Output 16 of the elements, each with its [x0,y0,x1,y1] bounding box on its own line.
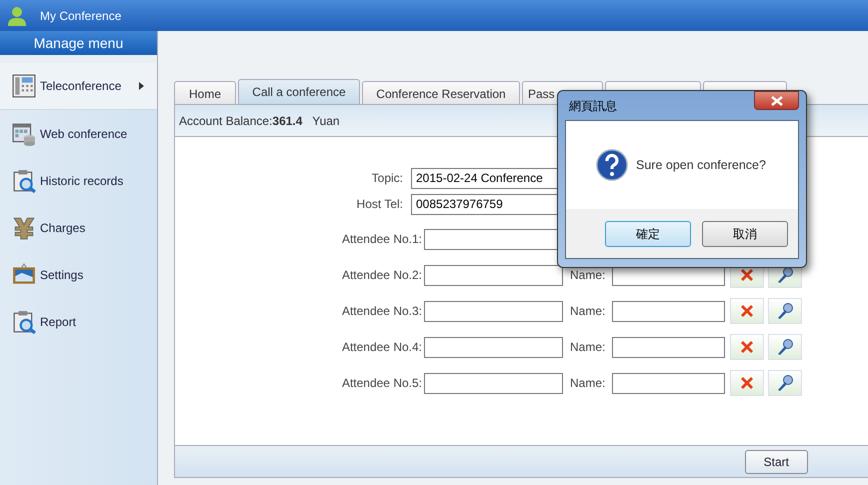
field-label: Name: [570,339,606,356]
account-balance: Account Balance:361.4 Yuan [179,112,340,130]
field-label: Attendee No.1: [340,231,423,248]
field-label: Name: [570,375,606,392]
field-label: Host Tel: [356,196,404,213]
field-label: Attendee No.4: [340,339,423,356]
sidebar-header: Manage menu [0,31,157,63]
field-label: Topic: [370,170,404,187]
window-title: My Conference [40,8,122,24]
field-label: Attendee No.3: [340,303,423,320]
field-label: Name: [570,267,606,284]
dialog-message: Sure open conference? [636,156,766,174]
field-label: Attendee No.2: [340,267,423,284]
dialog-title: 網頁訊息 [569,98,617,114]
field-label: Name: [570,303,606,320]
field-label: Attendee No.5: [340,375,423,392]
